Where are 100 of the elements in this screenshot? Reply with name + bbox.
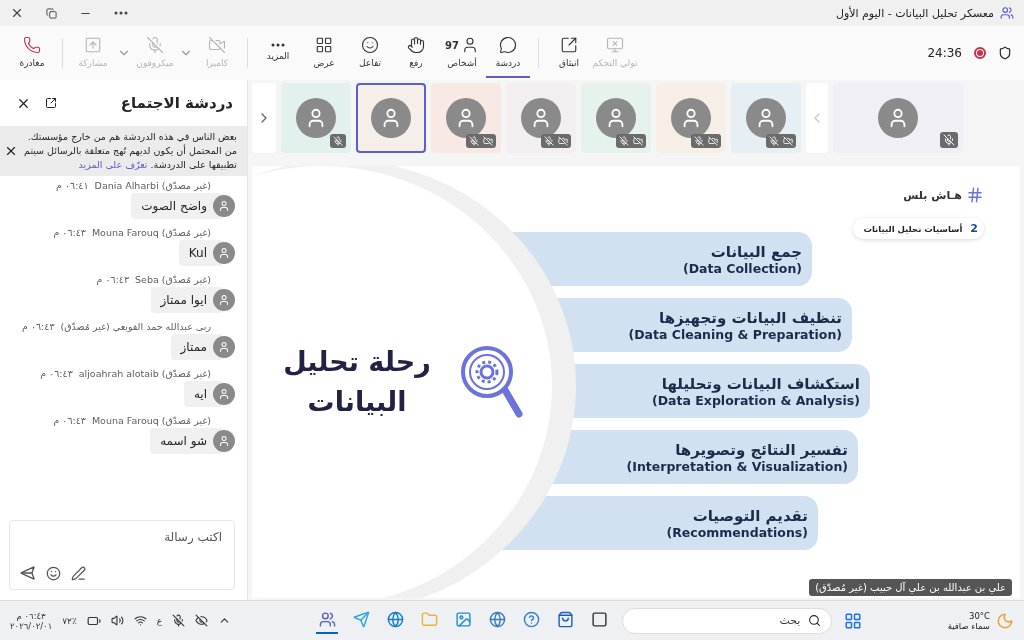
avatar: [878, 98, 918, 138]
avatar: [213, 336, 235, 358]
brand-name: هـاش بلس: [903, 188, 962, 202]
learn-more-link[interactable]: تعرّف على المزيد: [78, 159, 148, 170]
grid-icon: [315, 36, 333, 54]
message-bubble: واضح الصوت: [131, 193, 223, 219]
message-time: ٠٦:٤٣ م: [96, 274, 130, 285]
volume-icon[interactable]: [110, 614, 124, 627]
avatar: [213, 430, 235, 452]
more-button[interactable]: المزيد: [256, 28, 300, 78]
eye-off-icon[interactable]: [195, 614, 209, 627]
share-icon: [84, 36, 102, 54]
battery-percent: ٧٢٪: [62, 615, 77, 626]
step-title: تقديم التوصيات: [692, 506, 808, 525]
window-title: معسكر تحليل البيانات - اليوم الأول: [835, 6, 994, 20]
more-icon: [271, 43, 285, 47]
folder-icon: [420, 611, 438, 628]
avatar: [521, 98, 561, 138]
search-icon: [808, 614, 822, 627]
send-icon[interactable]: [20, 565, 36, 581]
popout-icon: [560, 36, 578, 54]
clock-date: ٢٠٢٦/٠٢/٠١: [10, 620, 53, 631]
popout-button[interactable]: انبثاق: [547, 28, 591, 78]
chat-title: دردشة الاجتماع: [120, 94, 233, 112]
participant-tile[interactable]: [281, 83, 351, 153]
avatar: [671, 98, 711, 138]
format-icon[interactable]: [71, 565, 86, 581]
search-field[interactable]: بحث: [672, 613, 803, 628]
avatar: [213, 242, 235, 264]
participant-tile[interactable]: [506, 83, 576, 153]
telegram-icon: [352, 611, 370, 628]
raise-button[interactable]: رفع: [394, 28, 438, 78]
avatar: [746, 98, 786, 138]
react-button[interactable]: تفاعل: [348, 28, 392, 78]
avatar: [213, 289, 235, 311]
slide-title: رحلة تحليل البيانات: [282, 345, 432, 419]
search-box[interactable]: بحث: [622, 607, 833, 634]
teams-icon: [318, 611, 336, 628]
step-title: جمع البيانات: [710, 242, 802, 261]
emoji-icon[interactable]: [46, 565, 61, 581]
message-field[interactable]: اكتب رسالة: [20, 529, 224, 545]
terminal-icon: [590, 611, 608, 628]
sender-name: Mouna Farouq (غير مُصدّق): [91, 415, 211, 426]
mic-off-icon[interactable]: [172, 614, 186, 627]
hash-logo-icon: [966, 186, 984, 204]
step-subtitle: (Data Cleaning & Preparation): [628, 326, 842, 342]
edge-icon: [386, 611, 404, 628]
monitor-icon: [606, 36, 624, 54]
participant-tile[interactable]: [581, 83, 651, 153]
help-icon: [522, 611, 540, 628]
message-time: ٠٦:٤٣ م: [40, 368, 73, 379]
participant-tile[interactable]: [833, 83, 963, 153]
step-title: تفسير النتائج وتصويرها: [675, 440, 848, 459]
close-icon[interactable]: [10, 6, 24, 20]
sender-name: Dania Alharbi (غير مصدّق): [94, 180, 211, 191]
section-number: 2: [970, 222, 978, 235]
avatar: [296, 98, 336, 138]
clock-time: ٠٦:٤٣ م: [16, 610, 46, 621]
section-label: أساسيات تحليل البيانات: [863, 223, 963, 234]
avatar: [213, 383, 235, 405]
avatar: [446, 98, 486, 138]
close-icon[interactable]: [4, 144, 18, 158]
message-time: ٠٦:٤٣ م: [53, 415, 86, 426]
windows-start-icon[interactable]: [844, 611, 863, 630]
sender-name: ربى عبدالله حمد القويعي (غير مُصدّق): [60, 321, 211, 332]
app-icon: [1000, 6, 1014, 20]
moon-icon: [996, 611, 1014, 630]
step-subtitle: (Data Collection): [683, 260, 802, 276]
participant-tile[interactable]: [656, 83, 726, 153]
avatar: [371, 98, 411, 138]
notice-text: بعض الناس في هذه الدردشة هم من خارج مؤسستك. من المحتمل أن يكون لديهم نُهج متعلقة بالرسائل سيتم تطبيقها على الدردشة. تعرّف على المزيد: [24, 130, 237, 172]
avatar: [596, 98, 636, 138]
chat-icon: [499, 36, 517, 54]
leave-button[interactable]: مغادرة: [10, 28, 54, 78]
people-count: 97: [445, 39, 459, 51]
weather-temp: 30°C: [968, 610, 990, 621]
meeting-timer: 24:36: [927, 46, 962, 60]
step-subtitle: (Data Exploration & Analysis): [652, 392, 860, 408]
avatar: [213, 195, 235, 217]
popout-icon[interactable]: [45, 97, 57, 109]
participant-tile[interactable]: [431, 83, 501, 153]
sender-name: Mouna Farouq (غير مُصدّق): [91, 227, 211, 238]
restore-icon[interactable]: [46, 7, 57, 19]
participant-tile[interactable]: [731, 83, 801, 153]
language-indicator[interactable]: ع: [156, 615, 163, 626]
wifi-icon[interactable]: [133, 614, 147, 627]
message-time: ٠٦:٤١ م: [56, 180, 89, 191]
shield-icon: [998, 46, 1012, 60]
weather-condition: سماء صافية: [947, 620, 990, 631]
step-subtitle: (Recommendations): [666, 524, 808, 540]
photos-icon: [454, 611, 472, 628]
participant-tile[interactable]: [356, 83, 426, 153]
chat-button[interactable]: دردشة: [486, 28, 530, 78]
mic-off-icon: [146, 36, 164, 54]
globe-icon: [488, 611, 506, 628]
smile-icon: [361, 36, 379, 54]
step-title: استكشاف البيانات وتحليلها: [661, 374, 860, 393]
phone-icon: [23, 36, 41, 54]
view-button[interactable]: عرض: [302, 28, 346, 78]
more-icon[interactable]: [114, 11, 128, 15]
